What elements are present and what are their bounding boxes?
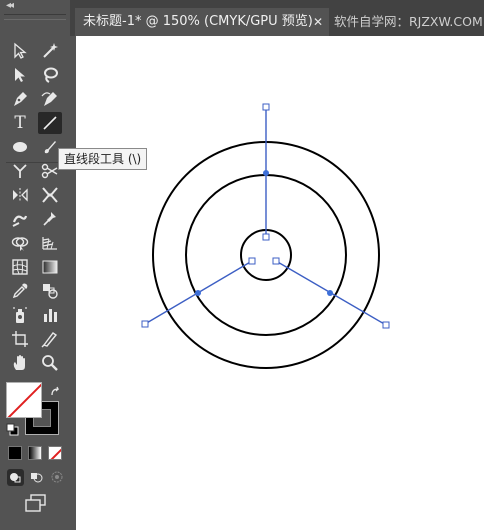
artwork <box>141 103 390 369</box>
radial-line-top[interactable] <box>262 103 270 241</box>
anchor-point[interactable] <box>262 103 270 111</box>
anchor-point[interactable] <box>262 233 270 241</box>
line-segment-tool-tooltip: 直线段工具 (\) <box>58 148 148 170</box>
midpoint-anchor[interactable] <box>195 290 201 296</box>
anchor-point[interactable] <box>382 321 390 329</box>
midpoint-anchor[interactable] <box>327 290 333 296</box>
anchor-point[interactable] <box>272 257 280 265</box>
fill-swatch[interactable] <box>6 382 42 418</box>
anchor-point[interactable] <box>248 257 256 265</box>
midpoint-anchor[interactable] <box>263 170 269 176</box>
anchor-point[interactable] <box>141 320 149 328</box>
none-indicator-icon <box>7 383 41 417</box>
